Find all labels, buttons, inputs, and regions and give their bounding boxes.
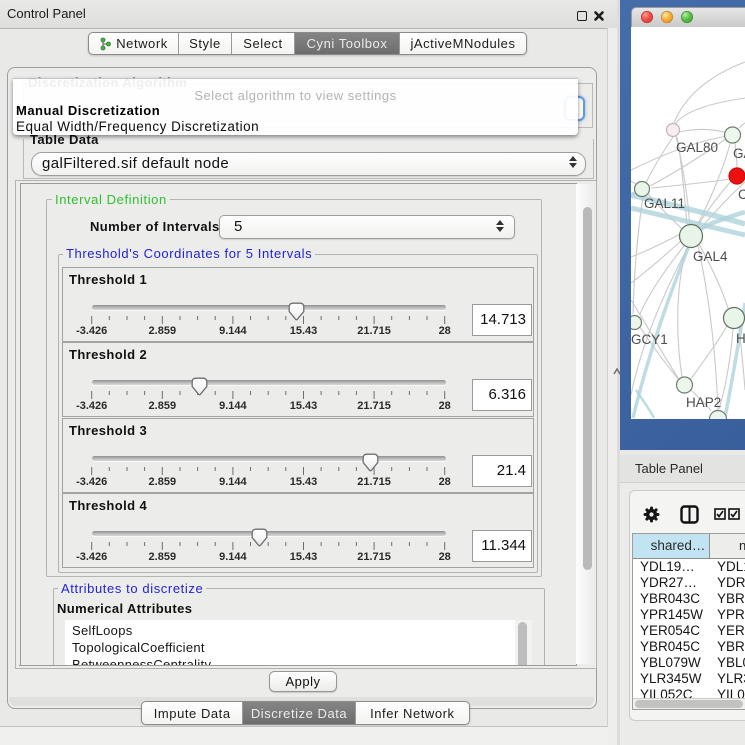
svg-text:GAL11: GAL11 [644,196,685,211]
svg-text:GAL80: GAL80 [676,140,718,155]
svg-text:C: C [738,187,745,202]
svg-text:GCY1: GCY1 [631,332,668,347]
svg-text:H: H [736,331,745,346]
svg-text:GA: GA [733,146,745,161]
svg-text:HAP2: HAP2 [686,395,721,410]
svg-text:GAL4: GAL4 [693,249,728,264]
